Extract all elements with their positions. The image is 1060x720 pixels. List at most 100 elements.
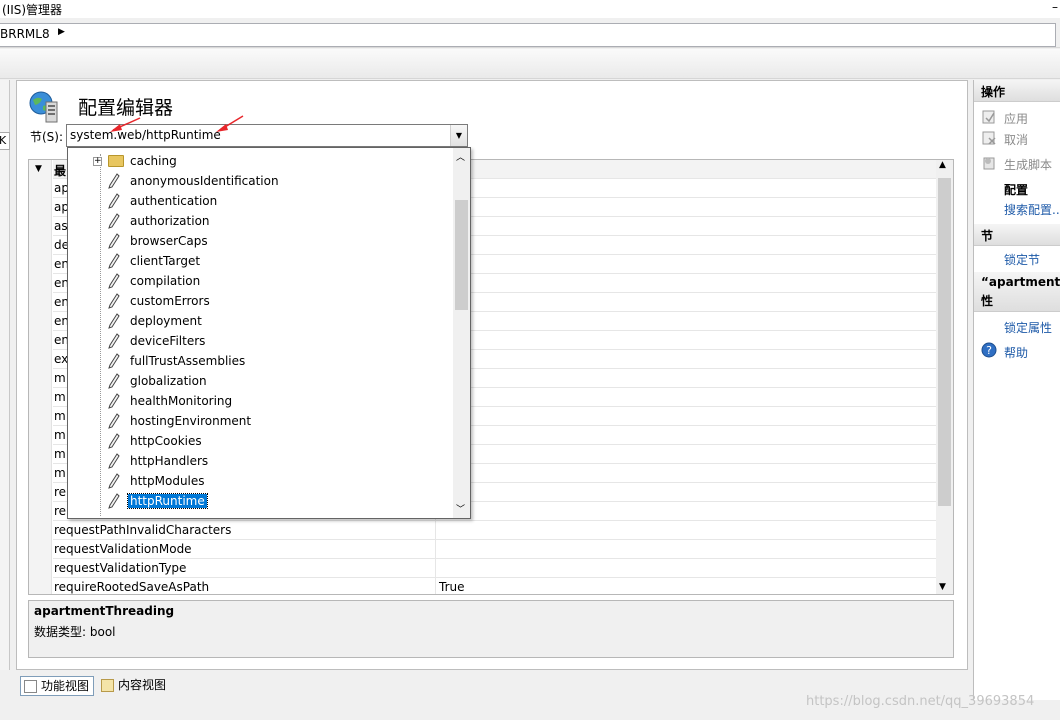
list-item[interactable]: httpModules	[68, 471, 452, 491]
list-item[interactable]: + caching	[68, 151, 452, 171]
collapse-icon[interactable]: ▼	[35, 164, 42, 174]
pencil-icon	[108, 433, 120, 449]
pencil-icon	[108, 473, 120, 489]
description-property: apartmentThreading	[34, 604, 175, 618]
property-name: as	[54, 219, 68, 233]
list-item[interactable]: globalization	[68, 371, 452, 391]
property-name: m	[54, 466, 66, 480]
property-name: requestValidationMode	[54, 542, 192, 556]
list-item[interactable]: hostingEnvironment	[68, 411, 452, 431]
pencil-icon	[108, 413, 120, 429]
pencil-icon	[108, 493, 120, 509]
cancel-icon	[982, 131, 996, 145]
help-icon: ?	[981, 342, 997, 358]
list-item-label: clientTarget	[130, 254, 201, 268]
list-item[interactable]: authentication	[68, 191, 452, 211]
config-heading: 配置	[1004, 183, 1029, 197]
list-item[interactable]: customErrors	[68, 291, 452, 311]
property-name: m	[54, 390, 66, 404]
description-panel: apartmentThreading 数据类型: bool	[28, 600, 954, 658]
grid-scrollbar[interactable]: ▲ ▼	[936, 160, 953, 594]
pencil-icon	[108, 253, 120, 269]
list-item-label: fullTrustAssemblies	[130, 354, 246, 368]
section-tree: + caching anonymousIdentification authentic…	[68, 148, 452, 518]
list-item-label: browserCaps	[130, 234, 208, 248]
scroll-down-icon[interactable]: ▼	[939, 582, 946, 592]
property-name: requestValidationType	[54, 561, 187, 575]
table-row[interactable]: requireRootedSaveAsPath True	[53, 578, 938, 594]
list-item[interactable]: healthMonitoring	[68, 391, 452, 411]
property-name: requireRootedSaveAsPath	[54, 580, 210, 594]
search-config-link[interactable]: 搜索配置...	[1004, 201, 1060, 218]
tab-feature-view[interactable]: 功能视图	[20, 676, 95, 696]
address-breadcrumb[interactable]: BRRML8 ▶	[0, 23, 1056, 47]
lock-section-link[interactable]: 锁定节	[1004, 251, 1040, 268]
list-item[interactable]: anonymousIdentification	[68, 171, 452, 191]
table-row[interactable]: requestValidationMode	[53, 540, 938, 559]
pencil-icon	[108, 313, 120, 329]
pencil-icon	[108, 293, 120, 309]
column-divider	[435, 521, 436, 540]
description-datatype: 数据类型: bool	[34, 625, 116, 639]
column-divider	[435, 578, 436, 594]
section-actions-header: 节	[974, 224, 1060, 246]
property-value[interactable]: True	[439, 580, 465, 594]
list-item-label: globalization	[130, 374, 207, 388]
dropdown-scrollbar[interactable]: ︿ ﹀	[453, 148, 470, 518]
help-link[interactable]: 帮助	[1004, 344, 1028, 361]
list-item-label: httpCookies	[130, 434, 202, 448]
list-item[interactable]: fullTrustAssemblies	[68, 351, 452, 371]
list-item-label: healthMonitoring	[130, 394, 233, 408]
list-item[interactable]: httpRuntime	[68, 491, 452, 511]
scroll-down-icon[interactable]: ﹀	[456, 502, 465, 515]
generate-script-button[interactable]: 生成脚本	[1004, 156, 1052, 173]
scroll-up-icon[interactable]: ︿	[456, 150, 465, 163]
property-name: re	[54, 485, 67, 499]
property-name: m	[54, 428, 66, 442]
feature-view-icon	[24, 680, 37, 693]
expand-icon[interactable]: +	[93, 157, 102, 166]
minimize-button[interactable]: –	[1052, 0, 1058, 14]
list-item[interactable]: clientTarget	[68, 251, 452, 271]
chevron-down-icon[interactable]: ▼	[450, 125, 467, 146]
list-item[interactable]: authorization	[68, 211, 452, 231]
list-item[interactable]: browserCaps	[68, 231, 452, 251]
apply-icon	[982, 110, 995, 124]
breadcrumb-server[interactable]: BRRML8	[0, 27, 50, 41]
dropdown-scrollbar-thumb[interactable]	[455, 200, 468, 310]
section-label: 节(S):	[30, 130, 64, 144]
property-name: requestPathInvalidCharacters	[54, 523, 232, 537]
list-item-label: httpModules	[130, 474, 205, 488]
property-name: m	[54, 409, 66, 423]
breadcrumb-arrow-icon[interactable]: ▶	[58, 27, 65, 37]
grid-scrollbar-thumb[interactable]	[938, 178, 951, 506]
actions-pane: 操作 应用 取消 生成脚本 配置 搜索配置... 节 锁定节 “apartmen…	[973, 80, 1060, 700]
table-row[interactable]: requestValidationType	[53, 559, 938, 578]
list-item-label: hostingEnvironment	[130, 414, 252, 428]
tab-content-view[interactable]: 内容视图	[98, 676, 170, 696]
page-title: 配置编辑器	[78, 97, 174, 119]
list-item[interactable]: deployment	[68, 311, 452, 331]
pencil-icon	[108, 273, 120, 289]
lock-attribute-link[interactable]: 锁定属性	[1004, 319, 1052, 336]
window-titlebar: (IIS)管理器 –	[0, 0, 1060, 18]
list-item[interactable]: httpHandlers	[68, 451, 452, 471]
scroll-up-icon[interactable]: ▲	[939, 160, 946, 170]
list-item[interactable]: httpCookies	[68, 431, 452, 451]
connections-tab[interactable]: K	[0, 132, 10, 150]
section-combobox[interactable]: system.web/httpRuntime ▼	[66, 124, 468, 147]
apply-button[interactable]: 应用	[1004, 110, 1028, 127]
pencil-icon	[108, 353, 120, 369]
list-item[interactable]: compilation	[68, 271, 452, 291]
table-row[interactable]: requestPathInvalidCharacters	[53, 521, 938, 540]
list-item[interactable]: deviceFilters	[68, 331, 452, 351]
property-grid-gutter: ▼	[29, 160, 52, 594]
list-item-label: authentication	[130, 194, 218, 208]
cancel-button[interactable]: 取消	[1004, 131, 1028, 148]
pencil-icon	[108, 373, 120, 389]
property-category-label: 最	[54, 164, 67, 178]
property-name: m	[54, 447, 66, 461]
list-item-label: caching	[130, 154, 177, 168]
list-item-label: deviceFilters	[130, 334, 206, 348]
section-dropdown-list[interactable]: + caching anonymousIdentification authentic…	[67, 147, 471, 519]
